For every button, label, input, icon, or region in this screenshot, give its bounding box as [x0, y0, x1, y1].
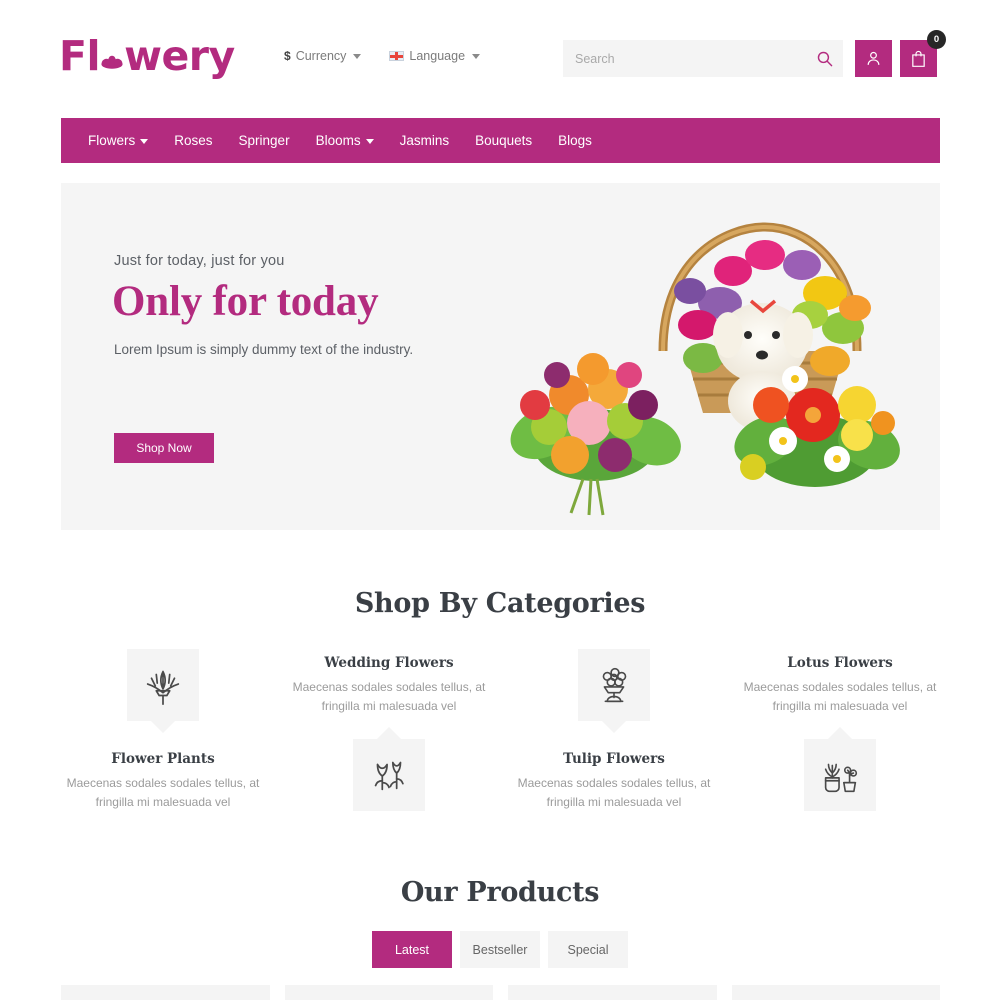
currency-label: Currency: [295, 49, 347, 63]
chevron-down-icon: [140, 139, 149, 144]
category-card-tulip-flowers[interactable]: Tulip Flowers Maecenas sodales sodales t…: [499, 649, 729, 811]
shopping-bag-icon: [912, 50, 925, 67]
chevron-down-icon: [365, 139, 374, 144]
nav-label: Flowers: [88, 133, 136, 148]
category-icon-box: [804, 739, 876, 812]
language-selector[interactable]: Language: [389, 49, 481, 63]
category-description: Maecenas sodales sodales tellus, at frin…: [517, 776, 711, 809]
category-name: Flower Plants: [111, 751, 215, 767]
tab-bestseller[interactable]: Bestseller: [460, 931, 540, 968]
lotus-flower-icon: [99, 40, 125, 69]
language-label: Language: [409, 49, 466, 63]
search-button[interactable]: [805, 40, 843, 77]
category-card-wedding-flowers[interactable]: Wedding Flowers Maecenas sodales sodales…: [274, 655, 504, 812]
user-icon: [867, 51, 880, 65]
chevron-down-icon: [472, 53, 481, 59]
hero-bouquet-image: [465, 183, 940, 530]
category-name: Wedding Flowers: [324, 655, 454, 671]
site-header: Fl wery $ Currency Language Search 0: [0, 0, 1000, 118]
logo-text-after: wery: [124, 32, 235, 80]
cart-count-badge: 0: [927, 30, 946, 49]
nav-label: Springer: [238, 133, 290, 148]
potted-plants-icon: [824, 763, 858, 793]
category-name: Lotus Flowers: [787, 655, 893, 671]
header-utility-links: $ Currency Language: [284, 49, 481, 63]
category-card-lotus-flowers[interactable]: Lotus Flowers Maecenas sodales sodales t…: [725, 655, 955, 812]
search-icon: [817, 51, 832, 67]
currency-selector[interactable]: $ Currency: [284, 49, 362, 63]
nav-label: Blogs: [558, 133, 592, 148]
main-navigation: Flowers Roses Springer Blooms Jasmins Bo…: [61, 118, 940, 163]
hero-title: Only for today: [112, 278, 379, 325]
uk-flag-icon: [389, 51, 405, 61]
our-products-title: Our Products: [400, 877, 600, 908]
flower-stem-icon: [146, 670, 180, 706]
page-root: Fl wery $ Currency Language Search 0 Flo…: [0, 0, 1000, 1000]
nav-label: Bouquets: [475, 133, 533, 148]
category-icon-box: [127, 649, 199, 721]
shop-now-button[interactable]: Shop Now: [114, 433, 214, 463]
category-description: Maecenas sodales sodales tellus, at frin…: [66, 776, 260, 809]
nav-label: Blooms: [315, 133, 361, 148]
search-input[interactable]: [563, 51, 805, 66]
category-description: Maecenas sodales sodales tellus, at frin…: [743, 680, 937, 713]
nav-item-roses[interactable]: Roses: [161, 133, 225, 148]
category-icon-box: [353, 739, 425, 812]
nav-item-flowers[interactable]: Flowers: [75, 133, 161, 148]
hero-banner: Just for today, just for you Only for to…: [61, 183, 940, 530]
hero-subtitle: Just for today, just for you: [114, 253, 285, 269]
chevron-down-icon: [353, 53, 362, 59]
hero-description: Lorem Ipsum is simply dummy text of the …: [114, 342, 414, 357]
product-card[interactable]: [508, 985, 717, 1000]
nav-item-blooms[interactable]: Blooms: [303, 133, 387, 148]
category-name: Tulip Flowers: [563, 751, 665, 767]
bouquet-vase-icon: [602, 667, 627, 703]
site-logo[interactable]: Fl wery: [59, 36, 235, 77]
shop-by-categories-title: Shop By Categories: [354, 588, 646, 619]
nav-item-jasmins[interactable]: Jasmins: [387, 133, 463, 148]
nav-item-blogs[interactable]: Blogs: [545, 133, 605, 148]
tab-latest[interactable]: Latest: [372, 931, 452, 968]
nav-label: Roses: [174, 133, 213, 148]
search-bar: [563, 40, 843, 77]
tab-special[interactable]: Special: [548, 931, 628, 968]
tulips-icon: [374, 761, 404, 791]
product-card[interactable]: [731, 985, 940, 1000]
product-tabs: Latest Bestseller Special: [0, 931, 1000, 968]
account-button[interactable]: [855, 40, 892, 77]
logo-text-before: Fl: [59, 32, 101, 80]
nav-item-bouquets[interactable]: Bouquets: [462, 133, 545, 148]
product-card[interactable]: [284, 985, 493, 1000]
category-description: Maecenas sodales sodales tellus, at frin…: [292, 680, 486, 713]
category-icon-box: [578, 649, 650, 721]
product-grid: [61, 985, 940, 1000]
dollar-icon: $: [284, 49, 291, 63]
category-card-flower-plants[interactable]: Flower Plants Maecenas sodales sodales t…: [48, 649, 278, 811]
nav-label: Jasmins: [399, 133, 450, 148]
nav-item-springer[interactable]: Springer: [226, 133, 303, 148]
product-card[interactable]: [61, 985, 270, 1000]
